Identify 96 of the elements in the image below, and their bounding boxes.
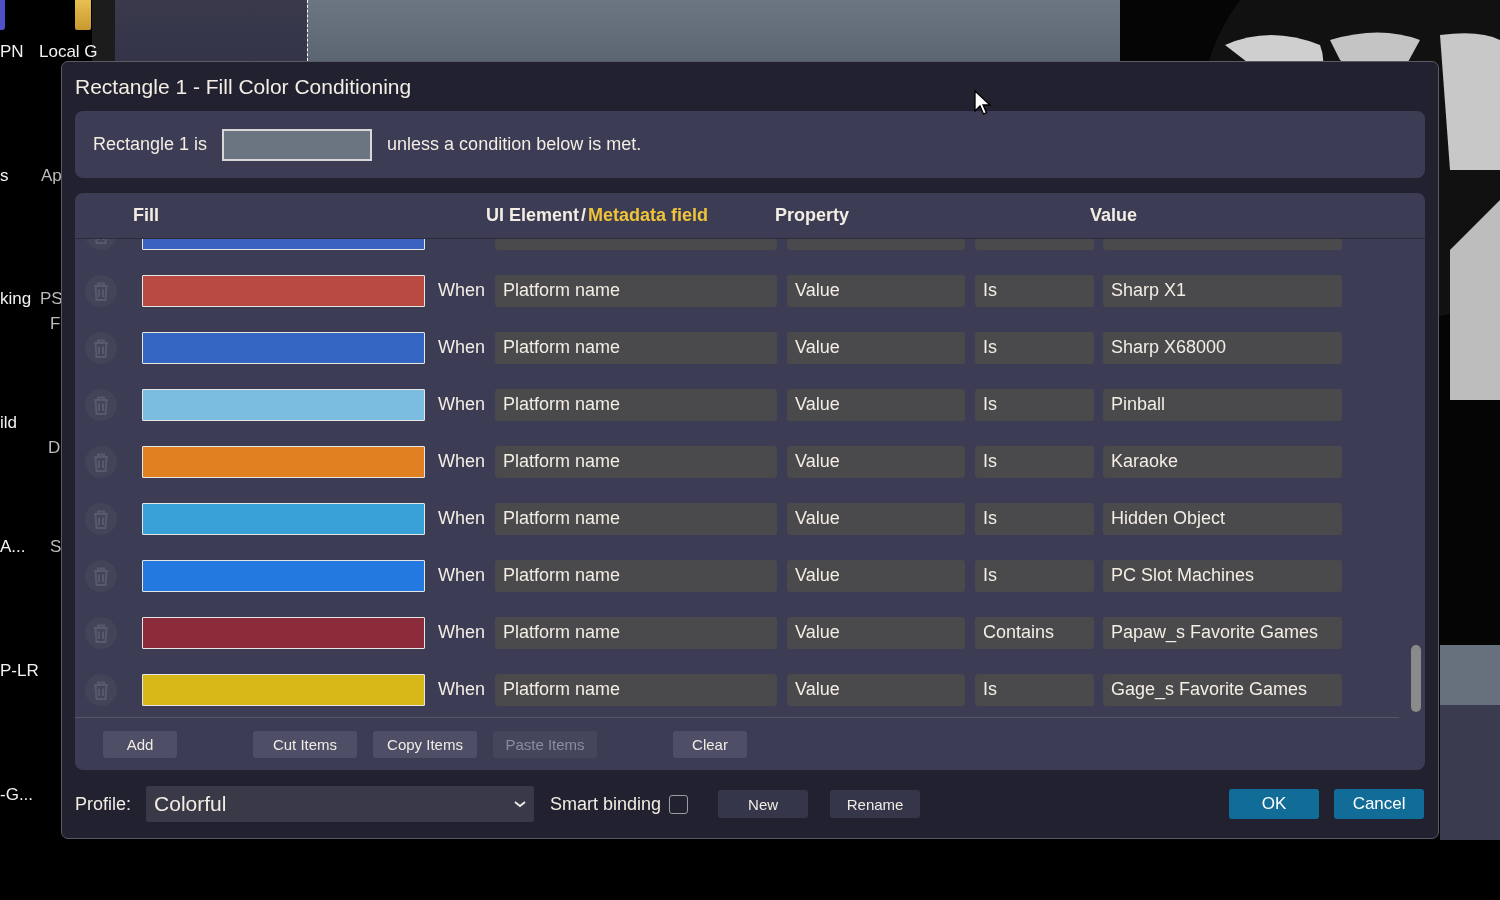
cursor-icon	[974, 90, 992, 116]
desktop-icon-label[interactable]: P-LR	[0, 661, 39, 681]
condition-label: When	[438, 451, 487, 472]
condition-label: When	[438, 337, 487, 358]
action-button[interactable]: Copy Items	[373, 730, 477, 758]
column-header: Value	[1090, 205, 1138, 226]
default-rule-text: unless a condition below is met.	[387, 134, 642, 155]
condition-label: When	[438, 280, 487, 301]
folder-icon	[75, 0, 91, 30]
delete-icon[interactable]	[85, 445, 117, 478]
desktop-icon-label[interactable]: Local G	[39, 42, 98, 62]
property-field[interactable]: Value	[787, 616, 965, 649]
window-title: Rectangle 1 - Fill Color Conditioning	[75, 73, 412, 100]
property-field[interactable]: Value	[787, 673, 965, 706]
desktop-icon-label[interactable]: A...	[0, 537, 26, 557]
desktop-icon-label[interactable]: king	[0, 289, 32, 309]
condition-label: When	[438, 622, 487, 643]
color-swatch[interactable]	[142, 673, 425, 706]
chevron-down-icon	[514, 800, 527, 808]
property-field[interactable]: Value	[787, 445, 965, 478]
element-field[interactable]: Platform name	[495, 274, 777, 307]
smart-binding-label: Smart binding	[550, 793, 662, 815]
element-field[interactable]: Platform name	[495, 445, 777, 478]
condition-label: When	[438, 679, 487, 700]
desktop-icon-label[interactable]: PN	[0, 42, 24, 62]
column-header: Metadata field	[588, 205, 709, 226]
desktop-icon-label[interactable]: F	[50, 314, 61, 334]
condition-label: When	[438, 565, 487, 586]
element-field[interactable]: Platform name	[495, 331, 777, 364]
delete-icon[interactable]	[85, 274, 117, 307]
property-field[interactable]: Value	[787, 274, 965, 307]
dialog-button[interactable]: Rename	[830, 790, 921, 818]
column-header: Property	[775, 205, 851, 226]
match-text-field[interactable]: PC Slot Machines	[1103, 559, 1342, 592]
action-button[interactable]: Cut Items	[253, 730, 357, 758]
smart-binding-checkbox[interactable]	[669, 794, 689, 814]
property-field[interactable]: Value	[787, 331, 965, 364]
color-swatch[interactable]	[142, 616, 425, 649]
delete-icon[interactable]	[85, 673, 117, 706]
element-field[interactable]: Platform name	[495, 502, 777, 535]
desktop-icon-label[interactable]: D	[48, 438, 61, 458]
property-field[interactable]: Value	[787, 502, 965, 535]
color-swatch[interactable]	[142, 445, 425, 478]
color-swatch[interactable]	[142, 388, 425, 421]
color-swatch[interactable]	[142, 331, 425, 364]
operator-field[interactable]: Is	[975, 502, 1094, 535]
dialog-button[interactable]: OK	[1229, 789, 1320, 819]
column-header: UI Element	[486, 205, 580, 226]
app-icon	[0, 0, 5, 30]
condition-label: When	[438, 394, 487, 415]
delete-icon[interactable]	[85, 559, 117, 592]
action-button[interactable]: Clear	[673, 730, 747, 758]
operator-field[interactable]: Is	[975, 559, 1094, 592]
delete-icon[interactable]	[85, 331, 117, 364]
match-text-field[interactable]: Sharp X68000	[1103, 331, 1342, 364]
match-text-field[interactable]: Hidden Object	[1103, 502, 1342, 535]
profile-dropdown[interactable]: Colorful	[146, 786, 535, 822]
dialog-button[interactable]: New	[718, 790, 809, 818]
scrollbar-thumb[interactable]	[1411, 645, 1421, 712]
delete-icon[interactable]	[85, 388, 117, 421]
desktop-icon-label[interactable]: ild	[0, 413, 17, 433]
desktop-icon-label[interactable]: s	[0, 166, 9, 186]
operator-field[interactable]: Is	[975, 274, 1094, 307]
property-field[interactable]: Value	[787, 388, 965, 421]
color-swatch[interactable]	[142, 274, 425, 307]
match-text-field[interactable]: Gage_s Favorite Games	[1103, 673, 1342, 706]
default-rule-label: Rectangle 1 is	[93, 134, 208, 155]
default-color-swatch[interactable]	[222, 128, 373, 161]
desktop-icon-label[interactable]: PS	[40, 289, 63, 309]
match-text-field[interactable]: Sharp X1	[1103, 274, 1342, 307]
operator-field[interactable]: Contains	[975, 616, 1094, 649]
element-field[interactable]: Platform name	[495, 388, 777, 421]
condition-label: When	[438, 508, 487, 529]
operator-field[interactable]: Is	[975, 673, 1094, 706]
desktop-icon-label[interactable]: -G...	[0, 785, 34, 805]
action-button[interactable]: Add	[103, 730, 177, 758]
header-separator: /	[581, 205, 587, 226]
match-text-field[interactable]: Papaw_s Favorite Games	[1103, 616, 1342, 649]
desktop-icon-label[interactable]: S	[50, 537, 62, 557]
delete-icon[interactable]	[85, 616, 117, 649]
operator-field[interactable]: Is	[975, 331, 1094, 364]
desktop-icon-label[interactable]: Ap	[41, 166, 62, 186]
color-swatch[interactable]	[142, 559, 425, 592]
color-swatch[interactable]	[142, 502, 425, 535]
delete-icon[interactable]	[85, 502, 117, 535]
match-text-field[interactable]: Karaoke	[1103, 445, 1342, 478]
operator-field[interactable]: Is	[975, 445, 1094, 478]
property-field[interactable]: Value	[787, 559, 965, 592]
column-header: Fill	[133, 205, 160, 226]
operator-field[interactable]: Is	[975, 388, 1094, 421]
element-field[interactable]: Platform name	[495, 616, 777, 649]
element-field[interactable]: Platform name	[495, 673, 777, 706]
dialog-button[interactable]: Cancel	[1334, 789, 1425, 819]
profile-label: Profile:	[75, 793, 132, 815]
match-text-field[interactable]: Pinball	[1103, 388, 1342, 421]
element-field[interactable]: Platform name	[495, 559, 777, 592]
